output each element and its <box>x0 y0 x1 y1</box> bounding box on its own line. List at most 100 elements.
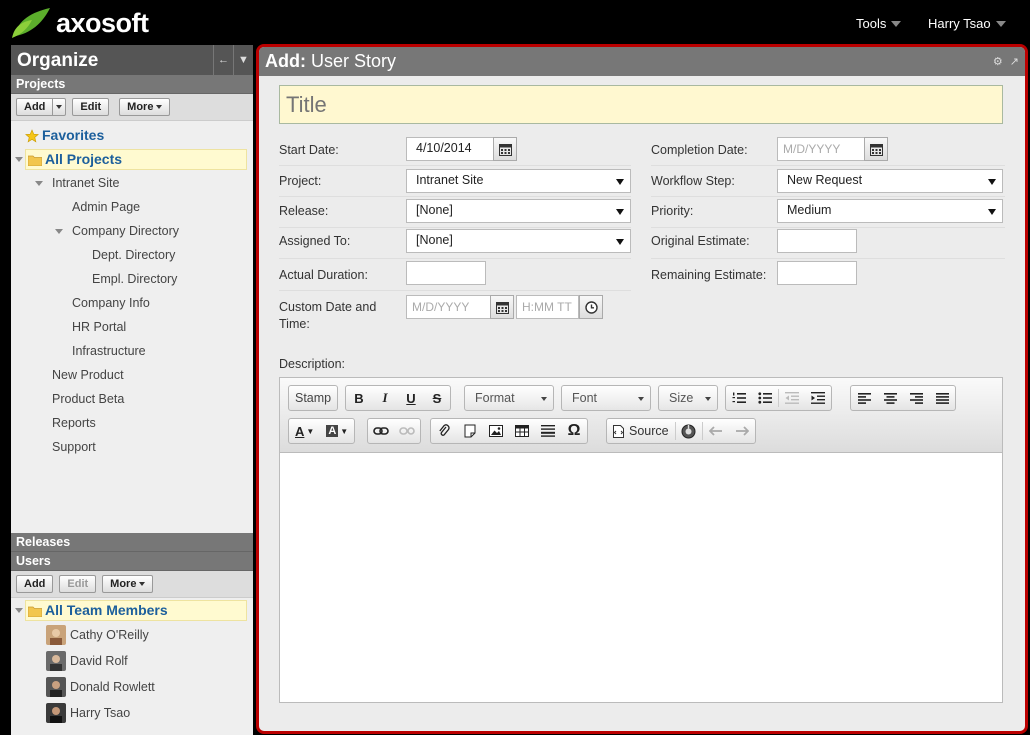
attachment-icon[interactable] <box>431 419 457 443</box>
add-project-button[interactable]: Add <box>16 98 54 116</box>
start-date-input[interactable]: 4/10/2014 <box>406 137 494 161</box>
expand-arrow-icon[interactable] <box>15 157 23 162</box>
special-character-icon[interactable]: Ω <box>561 419 587 443</box>
bold-button[interactable]: B <box>346 386 372 410</box>
user-item[interactable]: David Rolf <box>11 648 253 674</box>
text-color-icon[interactable]: A ▼ <box>289 419 320 443</box>
popout-icon[interactable]: ↗ <box>1010 55 1019 68</box>
completion-date-input[interactable]: M/D/YYYY <box>777 137 865 161</box>
tree-item-all-projects[interactable]: All Projects <box>11 147 253 171</box>
link-group <box>367 418 421 444</box>
top-bar: axosoft Tools Harry Tsao <box>0 0 1030 45</box>
user-item[interactable]: Cathy O'Reilly <box>11 622 253 648</box>
tree-item-product-beta[interactable]: Product Beta <box>11 387 253 411</box>
spellcheck-icon[interactable] <box>676 419 702 443</box>
filter-icon[interactable]: ▼ <box>233 45 253 75</box>
user-menu[interactable]: Harry Tsao <box>928 16 1006 31</box>
strikethrough-button[interactable]: S <box>424 386 450 410</box>
font-dropdown[interactable]: Font <box>561 385 651 411</box>
stamp-button[interactable]: Stamp <box>289 386 337 410</box>
undo-icon[interactable] <box>703 419 729 443</box>
edit-project-button[interactable]: Edit <box>72 98 110 116</box>
collapse-left-icon[interactable]: ← <box>213 45 233 75</box>
tree-item-company-directory[interactable]: Company Directory <box>11 219 253 243</box>
actual-duration-input[interactable] <box>406 261 486 285</box>
size-dropdown[interactable]: Size <box>658 385 718 411</box>
bulleted-list-icon[interactable] <box>752 386 778 410</box>
align-center-icon[interactable] <box>877 386 903 410</box>
priority-row: Priority: Medium <box>651 197 1005 228</box>
sidebar-title: Organize <box>17 50 99 71</box>
numbered-list-icon[interactable] <box>726 386 752 410</box>
chevron-down-icon <box>705 397 711 401</box>
tree-label: Support <box>52 440 96 454</box>
italic-button[interactable]: I <box>372 386 398 410</box>
tree-item-empl-directory[interactable]: Empl. Directory <box>11 267 253 291</box>
releases-header[interactable]: Releases <box>11 533 253 552</box>
remaining-estimate-input[interactable] <box>777 261 857 285</box>
align-justify-icon[interactable] <box>929 386 955 410</box>
calendar-icon[interactable] <box>490 295 514 319</box>
format-dropdown[interactable]: Format <box>464 385 554 411</box>
release-row: Release: [None] <box>279 197 631 228</box>
calendar-icon[interactable] <box>493 137 517 161</box>
tree-item-intranet-site[interactable]: Intranet Site <box>11 171 253 195</box>
expand-arrow-icon[interactable] <box>55 229 63 234</box>
edit-user-button[interactable]: Edit <box>59 575 97 593</box>
tree-item-dept-directory[interactable]: Dept. Directory <box>11 243 253 267</box>
format-label: Format <box>475 391 515 405</box>
project-select[interactable]: Intranet Site <box>406 169 631 193</box>
tools-menu[interactable]: Tools <box>856 16 902 31</box>
priority-select[interactable]: Medium <box>777 199 1003 223</box>
align-left-icon[interactable] <box>851 386 877 410</box>
unlink-icon[interactable] <box>394 419 420 443</box>
redo-icon[interactable] <box>729 419 755 443</box>
assigned-select[interactable]: [None] <box>406 229 631 253</box>
link-icon[interactable] <box>368 419 394 443</box>
original-estimate-input[interactable] <box>777 229 857 253</box>
add-project-dropdown[interactable] <box>53 98 67 116</box>
chevron-down-icon <box>139 582 146 586</box>
tree-item-hr-portal[interactable]: HR Portal <box>11 315 253 339</box>
table-icon[interactable] <box>509 419 535 443</box>
underline-button[interactable]: U <box>398 386 424 410</box>
add-user-button[interactable]: Add <box>16 575 54 593</box>
gear-icon[interactable]: ⚙ <box>993 55 1003 68</box>
text-style-group: B I U S <box>345 385 451 411</box>
custom-time-input[interactable]: H:MM TT <box>516 295 579 319</box>
calendar-icon[interactable] <box>864 137 888 161</box>
axosoft-logo[interactable]: axosoft <box>10 6 149 40</box>
source-button[interactable]: Source <box>607 419 675 443</box>
more-projects-button[interactable]: More <box>119 98 171 116</box>
horizontal-rule-icon[interactable] <box>535 419 561 443</box>
custom-date-input[interactable]: M/D/YYYY <box>406 295 491 319</box>
clock-icon[interactable] <box>579 295 603 319</box>
projects-header[interactable]: Projects <box>11 75 253 94</box>
user-item[interactable]: Harry Tsao <box>11 700 253 726</box>
expand-arrow-icon[interactable] <box>35 181 43 186</box>
workflow-select[interactable]: New Request <box>777 169 1003 193</box>
tree-item-company-info[interactable]: Company Info <box>11 291 253 315</box>
tree-item-admin-page[interactable]: Admin Page <box>11 195 253 219</box>
more-users-button[interactable]: More <box>102 575 154 593</box>
align-group <box>850 385 956 411</box>
expand-arrow-icon[interactable] <box>15 608 23 613</box>
users-header[interactable]: Users <box>11 552 253 571</box>
note-icon[interactable] <box>457 419 483 443</box>
background-color-icon[interactable]: A ▼ <box>320 419 354 443</box>
tree-item-new-product[interactable]: New Product <box>11 363 253 387</box>
tree-item-favorites[interactable]: Favorites <box>11 123 253 147</box>
release-select[interactable]: [None] <box>406 199 631 223</box>
tree-item-reports[interactable]: Reports <box>11 411 253 435</box>
indent-icon[interactable] <box>805 386 831 410</box>
source-label: Source <box>629 424 669 438</box>
outdent-icon[interactable] <box>779 386 805 410</box>
editor-content-area[interactable] <box>280 454 1002 702</box>
align-right-icon[interactable] <box>903 386 929 410</box>
user-item[interactable]: Donald Rowlett <box>11 674 253 700</box>
image-icon[interactable] <box>483 419 509 443</box>
title-input[interactable] <box>279 85 1003 124</box>
tree-item-all-team-members[interactable]: All Team Members <box>11 598 253 622</box>
tree-item-support[interactable]: Support <box>11 435 253 459</box>
tree-item-infrastructure[interactable]: Infrastructure <box>11 339 253 363</box>
